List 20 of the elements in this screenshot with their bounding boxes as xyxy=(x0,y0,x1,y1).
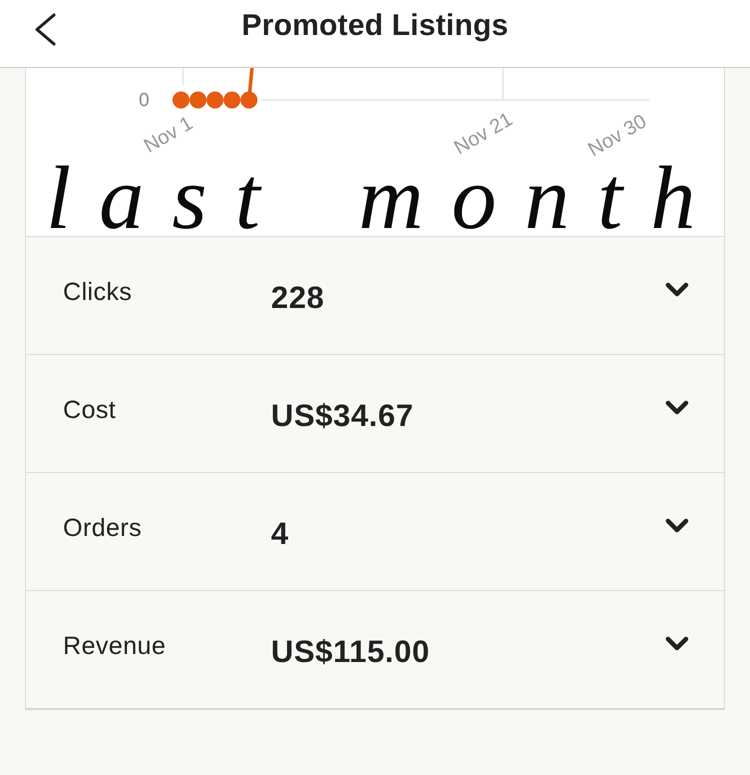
metric-label: Cost xyxy=(63,396,116,425)
metric-label: Clicks xyxy=(63,278,132,307)
data-point xyxy=(240,92,258,108)
data-point xyxy=(190,92,206,108)
metric-label: Revenue xyxy=(63,632,166,661)
x-axis-label: Nov 21 xyxy=(450,108,516,160)
metric-value: US$115.00 xyxy=(271,634,430,670)
x-axis-label: Nov 30 xyxy=(584,110,650,162)
metric-value: 228 xyxy=(271,280,325,316)
handwritten-note: last month xyxy=(46,163,724,235)
back-icon xyxy=(33,13,57,46)
metric-value: 4 xyxy=(271,516,289,552)
x-axis-label: Nov 1 xyxy=(140,112,197,158)
data-point xyxy=(224,92,240,108)
page-title: Promoted Listings xyxy=(242,8,508,42)
metric-value: US$34.67 xyxy=(271,398,414,434)
metric-label: Orders xyxy=(63,514,142,543)
data-point xyxy=(206,92,224,108)
data-point xyxy=(172,92,190,108)
y-axis-label: 0 xyxy=(138,90,150,111)
